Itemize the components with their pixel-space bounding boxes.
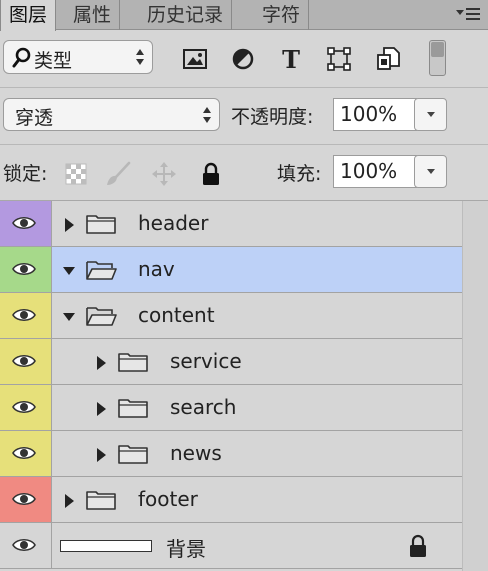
layer-visibility-toggle[interactable] [0, 477, 52, 522]
eye-icon [12, 308, 36, 322]
panel-menu-icon[interactable] [454, 4, 482, 24]
eye-icon [12, 262, 36, 276]
eye-icon [12, 446, 36, 460]
updown-arrows-icon [136, 49, 144, 65]
expand-triangle-icon[interactable] [95, 356, 107, 370]
opacity-dropdown-button[interactable] [414, 98, 447, 131]
tab-character[interactable]: 字符 [254, 0, 310, 30]
fill-dropdown-button[interactable] [414, 155, 447, 188]
shape-filter-icon[interactable] [326, 46, 352, 72]
blend-mode-value: 穿透 [15, 107, 54, 129]
tab-history-label: 历史记录 [147, 4, 224, 26]
tab-history[interactable]: 历史记录 [139, 0, 233, 30]
updown-arrows-icon [203, 107, 211, 123]
expand-triangle-icon[interactable] [95, 448, 107, 462]
layer-row[interactable]: 背景 [0, 523, 462, 569]
tab-layers[interactable]: 图层 [0, 0, 57, 31]
layer-lock-icon [410, 534, 426, 557]
folder-icon [118, 353, 148, 372]
layer-row[interactable]: search [0, 385, 462, 431]
lock-label: 锁定: [3, 163, 48, 185]
eye-icon [12, 492, 36, 506]
eye-icon [12, 354, 36, 368]
tab-properties[interactable]: 属性 [65, 0, 121, 30]
type-filter-icon[interactable]: T [278, 46, 304, 72]
lock-all-icon[interactable] [198, 161, 224, 187]
expand-triangle-icon[interactable] [95, 402, 107, 416]
layer-row[interactable]: footer [0, 477, 462, 523]
filter-kind-label: 类型 [34, 50, 73, 72]
layer-row[interactable]: news [0, 431, 462, 477]
layer-visibility-toggle[interactable] [0, 431, 52, 476]
layer-row[interactable]: header [0, 201, 462, 247]
folder-icon [118, 399, 148, 418]
layer-visibility-toggle[interactable] [0, 201, 52, 246]
svg-text:T: T [282, 46, 300, 72]
layer-name[interactable]: content [138, 303, 215, 327]
layer-name[interactable]: search [170, 395, 236, 419]
layer-name[interactable]: footer [138, 487, 198, 511]
layer-visibility-toggle[interactable] [0, 385, 52, 430]
lock-transparent-pixels-icon[interactable] [63, 161, 89, 187]
expand-triangle-icon[interactable] [63, 494, 75, 508]
smart-object-filter-icon[interactable] [375, 46, 401, 72]
folder-icon [118, 445, 148, 464]
lock-position-move-icon[interactable] [151, 161, 177, 187]
layer-name[interactable]: news [170, 441, 222, 465]
layer-thumbnail [60, 540, 152, 552]
layer-visibility-toggle[interactable] [0, 339, 52, 384]
eye-icon [12, 400, 36, 414]
panel-tab-bar: 图层 属性 历史记录 字符 [0, 0, 488, 31]
layers-scrollbar[interactable] [462, 201, 488, 571]
layer-name[interactable]: nav [138, 257, 175, 281]
fill-input[interactable]: 100% [333, 155, 417, 188]
search-icon [12, 47, 31, 68]
blend-mode-select[interactable]: 穿透 [3, 98, 220, 131]
filter-kind-select[interactable]: 类型 [3, 40, 153, 74]
lock-row: 锁定: 填充: 100% [0, 145, 488, 201]
filter-toggle-knob [431, 42, 444, 57]
fill-label: 填充: [277, 163, 322, 185]
opacity-label: 不透明度: [231, 106, 314, 128]
lock-image-pixels-brush-icon[interactable] [105, 161, 131, 187]
filter-toggle-switch[interactable] [429, 40, 446, 76]
layer-row[interactable]: content [0, 293, 462, 339]
eye-icon [12, 216, 36, 230]
blend-row: 穿透 不透明度: 100% [0, 88, 488, 145]
collapse-triangle-icon[interactable] [63, 310, 75, 324]
layer-visibility-toggle[interactable] [0, 293, 52, 338]
folder-icon [86, 491, 116, 510]
layer-visibility-toggle[interactable] [0, 523, 52, 568]
folder-icon [86, 215, 116, 234]
layer-row[interactable]: service [0, 339, 462, 385]
layer-row[interactable]: nav [0, 247, 462, 293]
layer-visibility-toggle[interactable] [0, 247, 52, 292]
filter-row: 类型 T [0, 30, 488, 88]
eye-icon [12, 538, 36, 552]
layer-name[interactable]: 背景 [166, 533, 206, 562]
tab-properties-label: 属性 [73, 4, 112, 26]
adjustment-filter-icon[interactable] [230, 46, 256, 72]
tab-character-label: 字符 [262, 4, 301, 26]
opacity-input[interactable]: 100% [333, 98, 417, 131]
layer-name[interactable]: header [138, 211, 208, 235]
image-filter-icon[interactable] [182, 46, 208, 72]
layers-list: header nav content service search news footer 背… [0, 201, 462, 571]
tab-layers-label: 图层 [9, 4, 48, 26]
layer-name[interactable]: service [170, 349, 242, 373]
open-folder-icon [86, 261, 117, 280]
expand-triangle-icon[interactable] [63, 218, 75, 232]
collapse-triangle-icon[interactable] [63, 264, 75, 278]
open-folder-icon [86, 307, 117, 326]
